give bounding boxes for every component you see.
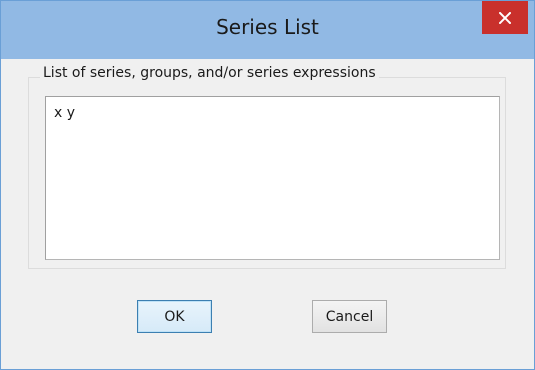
cancel-button[interactable]: Cancel [312, 300, 387, 333]
ok-button[interactable]: OK [137, 300, 212, 333]
series-list-input[interactable]: x y [45, 96, 500, 260]
groupbox-label: List of series, groups, and/or series ex… [40, 65, 379, 81]
title-bar[interactable]: Series List [1, 1, 534, 59]
series-list-value[interactable]: x y [54, 105, 75, 121]
close-icon [499, 11, 511, 24]
window-title: Series List [216, 15, 319, 39]
close-button[interactable] [482, 1, 528, 34]
